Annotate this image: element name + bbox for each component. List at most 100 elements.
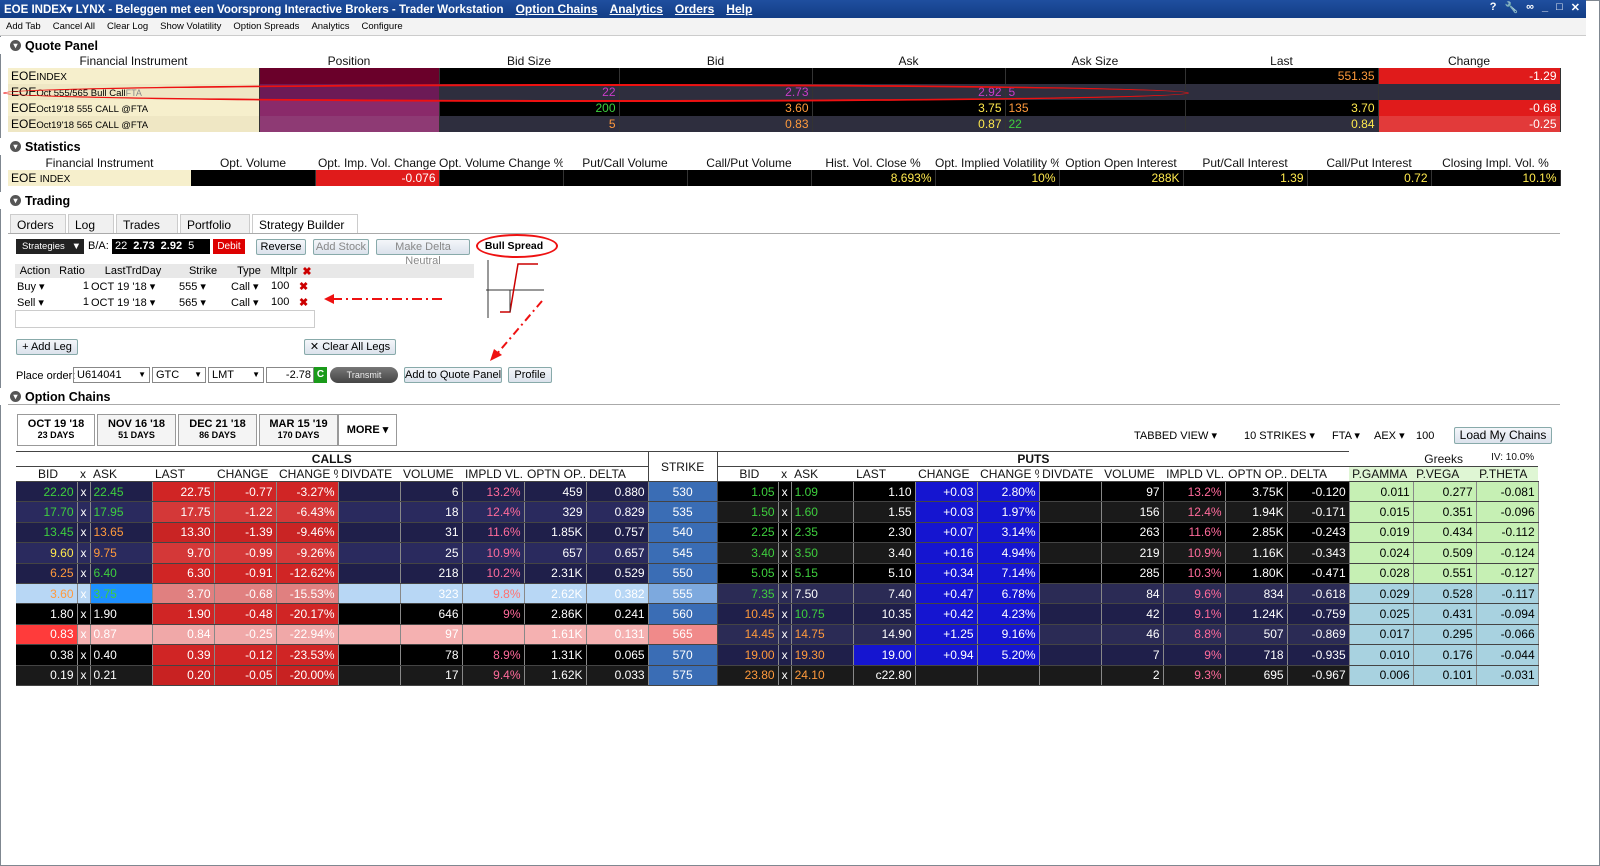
account-select[interactable]: U614041 ▼ [73, 367, 150, 383]
chain-row[interactable]: 13.45 x 13.65 13.30 -1.39 -9.46% 31 11.6% 1.85K 0… [16, 522, 1539, 544]
put-cell[interactable]: 14.75 [791, 624, 854, 646]
expiry-tab[interactable]: DEC 21 '18 86 DAYS [178, 414, 257, 446]
put-cell[interactable]: 2.30 [853, 522, 916, 544]
call-cell[interactable]: 6.40 [90, 563, 153, 584]
call-cell[interactable]: 0.382 [586, 583, 649, 605]
put-cell[interactable]: 84 [1101, 583, 1164, 605]
put-cell[interactable]: +0.34 [915, 563, 978, 584]
call-cell[interactable]: 0.657 [586, 542, 649, 564]
call-cell[interactable]: x [77, 603, 91, 625]
quote-col-header[interactable]: Last [1185, 53, 1378, 68]
call-cell[interactable] [338, 603, 401, 625]
put-cell[interactable]: 2.35 [791, 522, 854, 544]
call-cell[interactable]: 2.86K [524, 603, 587, 625]
call-col-header[interactable]: LAST [152, 466, 214, 482]
call-cell[interactable]: 1.90 [152, 603, 215, 625]
put-cell[interactable]: -0.243 [1287, 522, 1350, 544]
collapse-icon[interactable]: ▾ [10, 391, 21, 402]
call-cell[interactable]: -20.00% [276, 665, 339, 686]
call-col-header[interactable]: x [77, 466, 90, 482]
call-cell[interactable]: -0.77 [214, 481, 277, 503]
put-cell[interactable] [915, 665, 978, 686]
quote-col-header[interactable]: Bid Size [439, 53, 619, 68]
leg-cell[interactable]: Sell ▾ [15, 294, 55, 310]
put-cell[interactable]: +0.94 [915, 644, 978, 666]
put-cell[interactable]: 7.14% [977, 563, 1040, 584]
put-cell[interactable]: +0.03 [915, 481, 978, 503]
call-cell[interactable]: -0.48 [214, 603, 277, 625]
put-cell[interactable]: -0.618 [1287, 583, 1350, 605]
call-cell[interactable] [338, 501, 401, 523]
add-stock-button[interactable]: Add Stock [313, 239, 369, 255]
put-col-header[interactable]: IMPLD VL... [1163, 466, 1226, 482]
put-cell[interactable] [1039, 501, 1102, 523]
clear-log-button[interactable]: Clear Log [107, 21, 148, 32]
greek-col-header[interactable]: P.GAMMA [1349, 466, 1414, 482]
call-cell[interactable]: 0.065 [586, 644, 649, 666]
strike-cell[interactable]: 535 [648, 501, 718, 523]
leg-cell[interactable]: Buy ▾ [15, 278, 55, 294]
call-cell[interactable]: 0.241 [586, 603, 649, 625]
call-cell[interactable]: x [77, 481, 91, 503]
put-cell[interactable]: 1.05 [717, 481, 779, 503]
leg-cell[interactable]: Call ▾ [229, 294, 269, 310]
expiry-tab[interactable]: NOV 16 '18 51 DAYS [97, 414, 176, 446]
put-cell[interactable]: 1.97% [977, 501, 1040, 523]
put-cell[interactable]: c22.80 [853, 665, 916, 686]
leg-cell[interactable]: 100 [269, 278, 299, 294]
put-cell[interactable]: 19.00 [853, 644, 916, 666]
wrench-icon[interactable]: 🔧 [1504, 1, 1518, 14]
tab-portfolio[interactable]: Portfolio [180, 214, 250, 234]
collapse-icon[interactable]: ▾ [10, 195, 21, 206]
put-cell[interactable]: 1.55 [853, 501, 916, 523]
call-cell[interactable]: 17.70 [16, 501, 78, 523]
put-cell[interactable]: 3.75K [1225, 481, 1288, 503]
tab-log[interactable]: Log [68, 214, 114, 234]
call-cell[interactable]: 323 [400, 583, 463, 605]
put-col-header[interactable]: BID [717, 466, 779, 482]
leg-cell[interactable]: 565 ▾ [177, 294, 229, 310]
call-cell[interactable]: 1.85K [524, 522, 587, 544]
put-cell[interactable]: 97 [1101, 481, 1164, 503]
put-cell[interactable]: x [778, 644, 792, 666]
leg-cell[interactable]: OCT 19 '18 ▾ [89, 294, 177, 310]
put-cell[interactable]: 1.50 [717, 501, 779, 523]
strike-cell[interactable]: 550 [648, 563, 718, 584]
call-cell[interactable]: 9.75 [90, 542, 153, 564]
tab-orders[interactable]: Orders [10, 214, 66, 234]
stat-col-header[interactable]: Opt. Implied Volatility % [935, 155, 1059, 170]
put-col-header[interactable]: DIVDATE [1039, 466, 1102, 482]
stat-col-header[interactable]: Opt. Imp. Vol. Change [315, 155, 439, 170]
transmit-button[interactable]: Transmit [330, 367, 398, 383]
call-cell[interactable]: 13.45 [16, 522, 78, 544]
strike-cell[interactable]: 545 [648, 542, 718, 564]
put-cell[interactable]: +0.03 [915, 501, 978, 523]
leg-cell[interactable]: OCT 19 '18 ▾ [89, 278, 177, 294]
put-cell[interactable]: 1.94K [1225, 501, 1288, 523]
call-cell[interactable] [338, 481, 401, 503]
put-cell[interactable]: 834 [1225, 583, 1288, 605]
put-cell[interactable]: 10.9% [1163, 542, 1226, 564]
add-leg-button[interactable]: + Add Leg [16, 339, 78, 355]
quote-col-header[interactable]: Ask Size [1005, 53, 1185, 68]
delete-leg-icon[interactable]: ✖ [299, 294, 315, 310]
call-cell[interactable]: x [77, 563, 91, 584]
call-cell[interactable] [338, 624, 401, 646]
call-cell[interactable]: 1.80 [16, 603, 78, 625]
put-cell[interactable]: 7.35 [717, 583, 779, 605]
put-cell[interactable]: -0.935 [1287, 644, 1350, 666]
call-cell[interactable]: -23.53% [276, 644, 339, 666]
call-cell[interactable]: 8.9% [462, 644, 525, 666]
call-cell[interactable]: 13.2% [462, 481, 525, 503]
put-cell[interactable]: 2.25 [717, 522, 779, 544]
call-cell[interactable]: 13.30 [152, 522, 215, 544]
call-cell[interactable]: 0.829 [586, 501, 649, 523]
put-cell[interactable]: 10.3% [1163, 563, 1226, 584]
leg-cell[interactable]: 555 ▾ [177, 278, 229, 294]
put-cell[interactable]: 10.45 [717, 603, 779, 625]
put-cell[interactable]: 19.00 [717, 644, 779, 666]
put-col-header[interactable]: x [778, 466, 792, 482]
put-cell[interactable]: x [778, 624, 792, 646]
call-cell[interactable]: 10.2% [462, 563, 525, 584]
make-delta-neutral-button[interactable]: Make Delta Neutral [376, 239, 470, 267]
